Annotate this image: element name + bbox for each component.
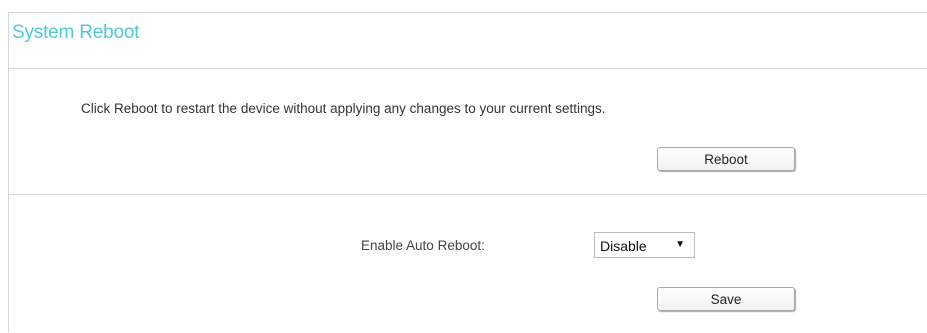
auto-reboot-label: Enable Auto Reboot: (361, 238, 485, 253)
auto-reboot-selected-value: Disable (600, 238, 647, 254)
save-button[interactable]: Save (657, 287, 795, 311)
page-title: System Reboot (12, 22, 140, 43)
auto-reboot-select[interactable]: Disable ▼ (594, 232, 695, 258)
system-reboot-panel: System Reboot Click Reboot to restart th… (8, 12, 927, 332)
panel-header: System Reboot (9, 13, 927, 69)
triangle-down-icon: ▼ (675, 239, 685, 250)
reboot-description: Click Reboot to restart the device witho… (81, 101, 606, 116)
auto-reboot-section: Enable Auto Reboot: Disable ▼ Save (9, 195, 927, 333)
reboot-section: Click Reboot to restart the device witho… (9, 69, 927, 195)
reboot-button[interactable]: Reboot (657, 147, 795, 171)
